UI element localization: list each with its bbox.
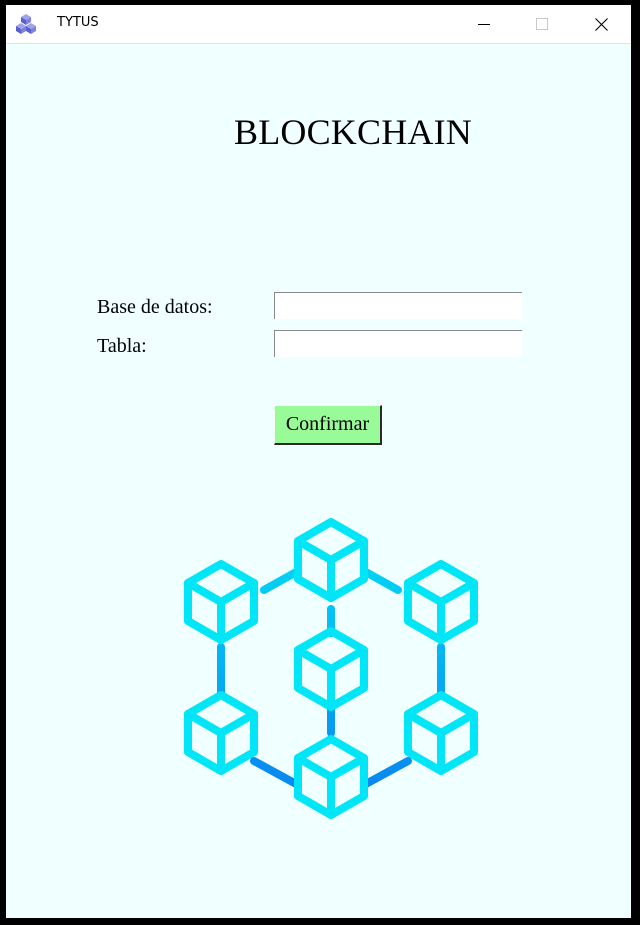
close-icon (594, 17, 608, 31)
table-label: Tabla: (97, 335, 147, 357)
table-input[interactable] (274, 330, 522, 357)
page-title: BLOCKCHAIN (234, 112, 473, 152)
confirm-button[interactable]: Confirmar (274, 405, 382, 445)
blockchain-cubes-icon (166, 510, 506, 835)
app-window: TYTUS BLOCKCHAIN Base de datos: Tabla: C… (6, 5, 631, 918)
app-cubes-icon (16, 14, 36, 34)
title-bar[interactable]: TYTUS (6, 5, 631, 44)
close-button[interactable] (578, 5, 624, 43)
maximize-button[interactable] (519, 5, 565, 43)
database-input[interactable] (274, 292, 522, 319)
database-label: Base de datos: (97, 296, 213, 318)
minimize-button[interactable] (461, 5, 507, 43)
window-title: TYTUS (57, 15, 99, 30)
minimize-icon (478, 24, 490, 25)
maximize-icon (536, 18, 548, 30)
